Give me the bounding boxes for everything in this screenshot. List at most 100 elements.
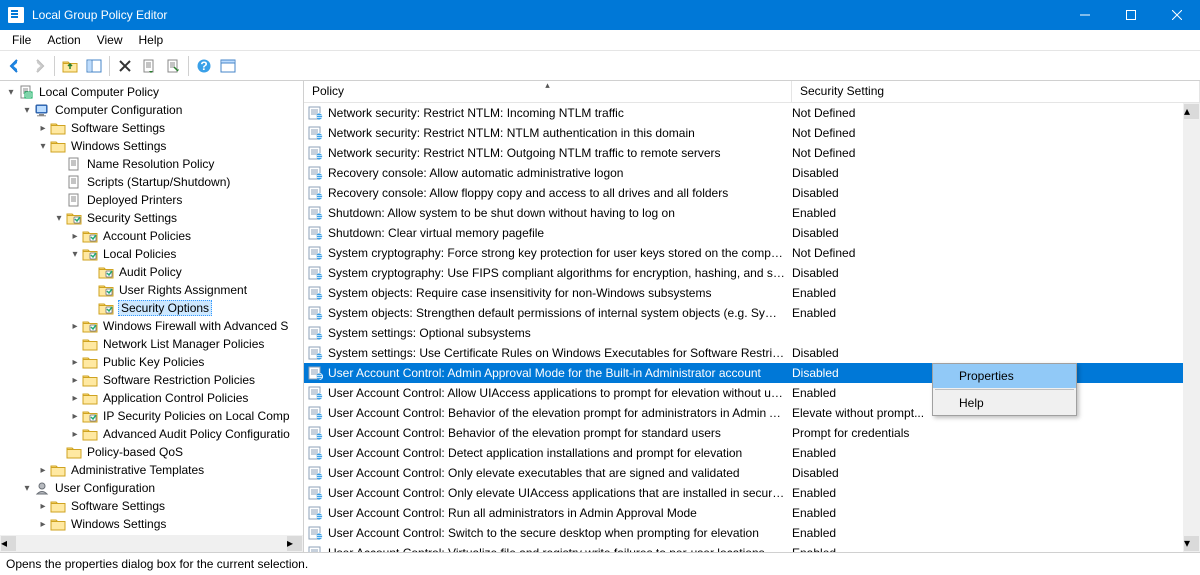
policy-row[interactable]: System settings: Use Certificate Rules o… [304, 343, 1200, 363]
tree-item[interactable]: User Rights Assignment [0, 281, 303, 299]
close-button[interactable] [1154, 0, 1200, 30]
expand-caret-icon[interactable]: ▾ [4, 87, 18, 98]
expand-caret-icon[interactable] [84, 303, 98, 314]
expand-caret-icon[interactable]: ▸ [36, 519, 50, 530]
tree-item[interactable]: ▸Administrative Templates [0, 461, 303, 479]
scroll-up-button[interactable]: ▴ [1184, 104, 1199, 119]
tree-item[interactable]: ▸Software Settings [0, 119, 303, 137]
expand-caret-icon[interactable] [84, 285, 98, 296]
tree-item[interactable]: Security Options [0, 299, 303, 317]
minimize-button[interactable] [1062, 0, 1108, 30]
policy-row[interactable]: System cryptography: Force strong key pr… [304, 243, 1200, 263]
tree-item[interactable]: ▾Computer Configuration [0, 101, 303, 119]
export-list-button[interactable] [138, 55, 160, 77]
menu-help[interactable]: Help [131, 31, 172, 49]
expand-caret-icon[interactable]: ▸ [36, 465, 50, 476]
context-menu-item[interactable]: Help [933, 391, 1076, 415]
expand-caret-icon[interactable]: ▸ [68, 375, 82, 386]
tree-item[interactable]: ▸Software Restriction Policies [0, 371, 303, 389]
scroll-left-button[interactable]: ◂ [1, 536, 16, 551]
tree-item[interactable]: ▾Security Settings [0, 209, 303, 227]
tree-item[interactable]: ▸Account Policies [0, 227, 303, 245]
expand-caret-icon[interactable]: ▸ [68, 411, 82, 422]
tree-item[interactable]: Deployed Printers [0, 191, 303, 209]
tree-item[interactable]: Scripts (Startup/Shutdown) [0, 173, 303, 191]
expand-caret-icon[interactable]: ▸ [68, 357, 82, 368]
expand-caret-icon[interactable]: ▾ [36, 141, 50, 152]
delete-button[interactable] [114, 55, 136, 77]
policy-row[interactable]: System objects: Require case insensitivi… [304, 283, 1200, 303]
policy-row[interactable]: Recovery console: Allow automatic admini… [304, 163, 1200, 183]
policy-row[interactable]: User Account Control: Only elevate execu… [304, 463, 1200, 483]
tree-item[interactable]: ▾ User Configuration [0, 479, 303, 497]
menu-action[interactable]: Action [39, 31, 88, 49]
properties-button[interactable] [162, 55, 184, 77]
expand-caret-icon[interactable] [52, 159, 66, 170]
tree-pane[interactable]: ▾Local Computer Policy▾Computer Configur… [0, 81, 304, 552]
column-header-setting[interactable]: Security Setting [792, 81, 1200, 102]
expand-caret-icon[interactable]: ▾ [68, 249, 82, 260]
scroll-down-button[interactable]: ▾ [1184, 536, 1199, 551]
policy-row[interactable]: Shutdown: Clear virtual memory pagefileD… [304, 223, 1200, 243]
expand-caret-icon[interactable]: ▸ [68, 231, 82, 242]
list-pane[interactable]: Policy▴ Security Setting Network securit… [304, 81, 1200, 552]
policy-row[interactable]: Recovery console: Allow floppy copy and … [304, 183, 1200, 203]
policy-row[interactable]: User Account Control: Detect application… [304, 443, 1200, 463]
expand-caret-icon[interactable] [68, 339, 82, 350]
expand-caret-icon[interactable]: ▾ [20, 105, 34, 116]
expand-caret-icon[interactable]: ▾ [52, 213, 66, 224]
expand-caret-icon[interactable] [52, 195, 66, 206]
up-level-button[interactable] [59, 55, 81, 77]
tree-item[interactable]: Network List Manager Policies [0, 335, 303, 353]
expand-caret-icon[interactable]: ▸ [68, 393, 82, 404]
tree-item[interactable]: ▸Windows Firewall with Advanced S [0, 317, 303, 335]
tree-item[interactable]: Name Resolution Policy [0, 155, 303, 173]
policy-row[interactable]: User Account Control: Behavior of the el… [304, 423, 1200, 443]
expand-caret-icon[interactable] [52, 177, 66, 188]
tree-item[interactable]: ▾Local Computer Policy [0, 83, 303, 101]
show-hide-tree-button[interactable] [83, 55, 105, 77]
tree-item-label: Policy-based QoS [86, 445, 184, 459]
context-menu-item[interactable]: Properties [933, 364, 1076, 388]
refresh-button[interactable] [217, 55, 239, 77]
tree-item[interactable]: ▾Local Policies [0, 245, 303, 263]
policy-row[interactable]: User Account Control: Virtualize file an… [304, 543, 1200, 552]
policy-row[interactable]: System cryptography: Use FIPS compliant … [304, 263, 1200, 283]
tree-item[interactable]: ▸Advanced Audit Policy Configuratio [0, 425, 303, 443]
tree-item[interactable]: Policy-based QoS [0, 443, 303, 461]
expand-caret-icon[interactable]: ▸ [36, 501, 50, 512]
policy-row[interactable]: User Account Control: Only elevate UIAcc… [304, 483, 1200, 503]
policy-row[interactable]: User Account Control: Run all administra… [304, 503, 1200, 523]
menu-file[interactable]: File [4, 31, 39, 49]
policy-row[interactable]: Shutdown: Allow system to be shut down w… [304, 203, 1200, 223]
policy-row[interactable]: System settings: Optional subsystems [304, 323, 1200, 343]
help-button[interactable]: ? [193, 55, 215, 77]
maximize-button[interactable] [1108, 0, 1154, 30]
policy-row[interactable]: System objects: Strengthen default permi… [304, 303, 1200, 323]
expand-caret-icon[interactable] [84, 267, 98, 278]
tree-item[interactable]: ▸Windows Settings [0, 515, 303, 533]
expand-caret-icon[interactable]: ▸ [36, 123, 50, 134]
scroll-right-button[interactable]: ▸ [287, 536, 302, 551]
policy-row[interactable]: Network security: Restrict NTLM: Incomin… [304, 103, 1200, 123]
expand-caret-icon[interactable]: ▸ [68, 321, 82, 332]
tree-item[interactable]: ▸IP Security Policies on Local Comp [0, 407, 303, 425]
horizontal-scrollbar[interactable]: ◂ ▸ [0, 535, 303, 552]
tree-item[interactable]: ▾Windows Settings [0, 137, 303, 155]
menu-view[interactable]: View [89, 31, 131, 49]
tree-item-label: User Configuration [54, 481, 156, 495]
tree-item[interactable]: Audit Policy [0, 263, 303, 281]
expand-caret-icon[interactable]: ▸ [68, 429, 82, 440]
tree-item[interactable]: ▸Application Control Policies [0, 389, 303, 407]
policy-row[interactable]: Network security: Restrict NTLM: Outgoin… [304, 143, 1200, 163]
forward-button[interactable] [28, 55, 50, 77]
back-button[interactable] [4, 55, 26, 77]
column-header-policy[interactable]: Policy▴ [304, 81, 792, 102]
tree-item[interactable]: ▸Public Key Policies [0, 353, 303, 371]
expand-caret-icon[interactable]: ▾ [20, 483, 34, 494]
policy-row[interactable]: Network security: Restrict NTLM: NTLM au… [304, 123, 1200, 143]
policy-row[interactable]: User Account Control: Switch to the secu… [304, 523, 1200, 543]
tree-item[interactable]: ▸Software Settings [0, 497, 303, 515]
expand-caret-icon[interactable] [52, 447, 66, 458]
vertical-scrollbar[interactable]: ▴ ▾ [1183, 103, 1200, 552]
